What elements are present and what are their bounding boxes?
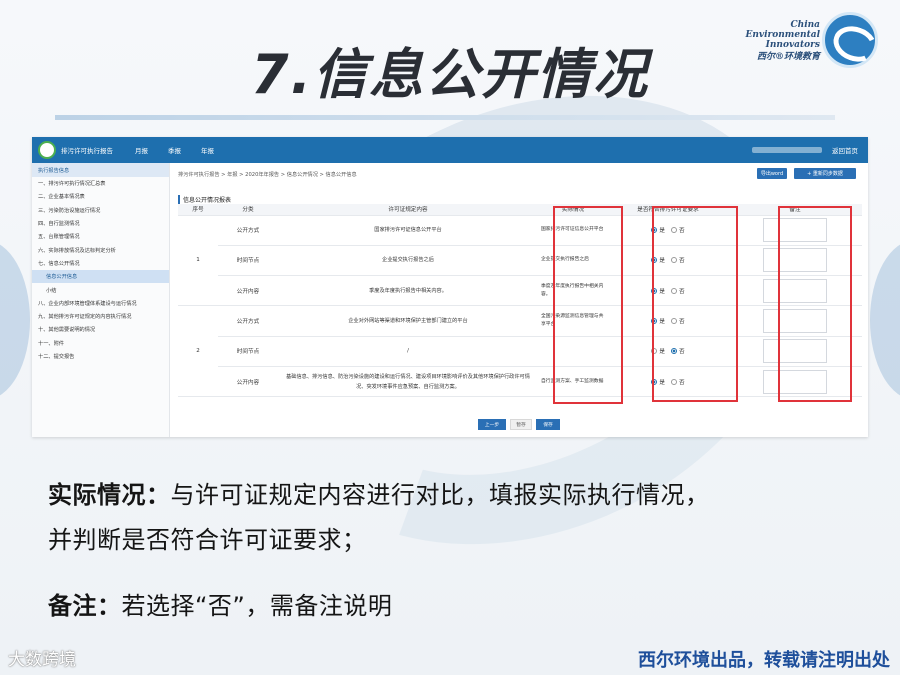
- text-notes: 若选择“否”，需备注说明: [121, 592, 393, 620]
- row-permit-content: 企业对外网站等渠道和环境保护主管部门建立的平台: [278, 305, 538, 337]
- save-button[interactable]: 保存: [536, 419, 560, 430]
- explanation-line-1: 实际情况：与许可证规定内容进行对比，填报实际执行情况，: [48, 475, 710, 510]
- col-header: 序号: [178, 204, 218, 216]
- table-row: 1 公开方式 国家排污许可证信息公开平台 国家排污许可证信息公开平台是否: [178, 215, 862, 307]
- info-table: 序号 分类 许可证规定内容 实际情况 是否符合排污许可证要求 备注 1 公开方式国…: [178, 204, 862, 398]
- explanation-line-2: 并判断是否符合许可证要求；: [48, 526, 367, 554]
- sidebar-item[interactable]: 十二、提交报告: [32, 350, 169, 363]
- app-logo-icon: [38, 141, 56, 159]
- nav-quarterly[interactable]: 季报: [168, 145, 181, 155]
- table-row: 公开内容 基础信息、排污信息、防治污染设施的建设和运行情况、建设项目环境影响评价及…: [178, 366, 862, 398]
- table-header-row: 序号 分类 许可证规定内容 实际情况 是否符合排污许可证要求 备注: [178, 204, 862, 216]
- user-info-blurred: [752, 147, 822, 153]
- app-title: 排污许可执行报告: [61, 147, 113, 155]
- sidebar-item[interactable]: 八、企业内部环境管理体系建设与运行情况: [32, 297, 169, 310]
- row-category: 公开内容: [218, 275, 278, 307]
- prev-step-button[interactable]: 上一步: [478, 419, 506, 430]
- row-permit-content: 国家排污许可证信息公开平台: [278, 215, 538, 246]
- row-category: 公开方式: [218, 305, 278, 337]
- table-row: 公开内容 季度及年度执行报告中相关内容。 季度及年度执行报告中相关内容。是否: [178, 275, 862, 307]
- right-decor: [870, 240, 900, 400]
- brand-line-2: Environmental: [745, 30, 820, 40]
- brand-line-3: Innovators: [765, 40, 820, 50]
- sidebar-item[interactable]: 一、排污许可执行情况汇总表: [32, 177, 169, 190]
- brand-line-1: China: [790, 20, 820, 30]
- left-decor: [0, 240, 30, 400]
- row-category: 公开方式: [218, 215, 278, 246]
- footer-credit: 西尔环境出品，转载请注明出处: [638, 650, 890, 671]
- main-panel: 排污许可执行报告 > 年报 > 2020年年报告 > 信息公开情况 > 信息公开…: [172, 163, 868, 437]
- table-row: 时间节点 企业提交执行报告之后 企业提交执行报告之后是否: [178, 245, 862, 277]
- col-header: 分类: [218, 204, 278, 216]
- row-category: 时间节点: [218, 336, 278, 367]
- label-notes: 备注：: [48, 592, 122, 620]
- row-category: 公开内容: [218, 366, 278, 398]
- row-permit-content: 季度及年度执行报告中相关内容。: [278, 275, 538, 307]
- row-category: 时间节点: [218, 245, 278, 277]
- breadcrumb: 排污许可执行报告 > 年报 > 2020年年报告 > 信息公开情况 > 信息公开…: [178, 172, 357, 178]
- table-row: 时间节点 / 是否: [178, 336, 862, 367]
- sidebar-item[interactable]: 二、企业基本情况表: [32, 190, 169, 203]
- nav-monthly[interactable]: 月报: [135, 145, 148, 155]
- home-link[interactable]: 返回首页: [832, 145, 858, 155]
- highlight-notes-column: [778, 206, 852, 402]
- text-actual: 与许可证规定内容进行对比，填报实际执行情况，: [170, 481, 710, 509]
- explanation-line-3: 备注：若选择“否”，需备注说明: [48, 586, 392, 621]
- brand-logo-icon: [822, 12, 878, 68]
- sidebar-item[interactable]: 七、信息公开情况: [32, 257, 169, 270]
- nav-yearly[interactable]: 年报: [201, 145, 214, 155]
- sidebar: 执行报告信息 一、排污许可执行情况汇总表 二、企业基本情况表 三、污染防治设施运…: [32, 163, 170, 437]
- sidebar-item[interactable]: 十一、附件: [32, 337, 169, 350]
- row-number: 1: [178, 215, 218, 307]
- brand-text: China Environmental Innovators 西尔®环境教育: [745, 20, 820, 62]
- section-title: 信息公开情况报表: [178, 195, 231, 204]
- top-nav: 排污许可执行报告 月报 季报 年报 返回首页: [32, 137, 868, 163]
- sidebar-item[interactable]: 五、台账管理情况: [32, 230, 169, 243]
- sidebar-item[interactable]: 四、自行监测情况: [32, 217, 169, 230]
- app-screenshot: 排污许可执行报告 月报 季报 年报 返回首页 执行报告信息 一、排污许可执行情况…: [32, 137, 868, 437]
- brand-cn: 西尔®环境教育: [756, 52, 820, 62]
- sidebar-item[interactable]: 十、其他需要说明的情况: [32, 323, 169, 336]
- brand-logo-block: China Environmental Innovators 西尔®环境教育: [745, 6, 888, 68]
- row-number: 2: [178, 305, 218, 398]
- highlight-actual-column: [553, 206, 623, 404]
- resync-button[interactable]: + 重新同步数据: [794, 168, 856, 179]
- sidebar-item-active[interactable]: 信息公开信息: [32, 270, 169, 284]
- footer-watermark: 大数跨境: [8, 650, 76, 670]
- col-header: 许可证规定内容: [278, 204, 538, 216]
- highlight-compliance-column: [652, 206, 738, 402]
- sidebar-item[interactable]: 六、实际排放情况及达标判定分析: [32, 243, 169, 256]
- row-permit-content: /: [278, 336, 538, 367]
- sidebar-item[interactable]: 九、其他排污许可证规定的内容执行情况: [32, 310, 169, 323]
- row-permit-content: 企业提交执行报告之后: [278, 245, 538, 277]
- table-row: 2 公开方式 企业对外网站等渠道和环境保护主管部门建立的平台 全国污染源监测信息管理与…: [178, 305, 862, 398]
- row-permit-content: 基础信息、排污信息、防治污染设施的建设和运行情况、建设项目环境影响评价及其他环境…: [278, 366, 538, 398]
- label-actual: 实际情况：: [48, 481, 171, 509]
- export-word-button[interactable]: 导出word: [757, 168, 787, 179]
- title-underline: [55, 115, 835, 120]
- draft-save-button[interactable]: 暂存: [510, 419, 532, 430]
- sidebar-item[interactable]: 三、污染防治设施运行情况: [32, 204, 169, 217]
- sidebar-item[interactable]: 小结: [32, 283, 169, 296]
- sidebar-head[interactable]: 执行报告信息: [32, 163, 169, 177]
